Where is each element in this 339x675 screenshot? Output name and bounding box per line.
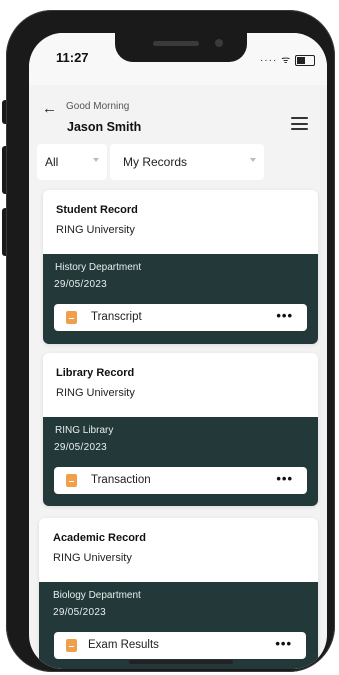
category-select[interactable]: All bbox=[37, 144, 107, 180]
phone-frame: 11:27 ···· ᯤ ← Good Morning Jason Smith … bbox=[6, 10, 335, 672]
document-row[interactable]: Transcript ••• bbox=[54, 304, 307, 331]
record-title: Academic Record bbox=[53, 532, 146, 544]
record-title: Student Record bbox=[56, 204, 138, 216]
document-label: Exam Results bbox=[88, 639, 159, 651]
speaker-grille bbox=[153, 41, 199, 46]
record-card[interactable]: Library Record RING University RING Libr… bbox=[43, 353, 318, 506]
greeting-text: Good Morning bbox=[66, 101, 130, 112]
document-row[interactable]: Transaction ••• bbox=[54, 467, 307, 494]
status-bar: 11:27 ···· ᯤ bbox=[29, 33, 327, 85]
front-camera bbox=[215, 39, 223, 47]
document-label: Transaction bbox=[91, 474, 151, 486]
document-row[interactable]: Exam Results ••• bbox=[54, 632, 306, 659]
battery-icon bbox=[295, 54, 315, 66]
signal-icon: ···· bbox=[259, 55, 278, 66]
record-date: 29/05/2023 bbox=[53, 607, 107, 618]
record-card[interactable]: Student Record RING University History D… bbox=[43, 190, 318, 344]
more-options-icon[interactable]: ••• bbox=[276, 471, 293, 486]
record-details-panel: Biology Department 29/05/2023 Exam Resul… bbox=[39, 582, 318, 669]
category-select-value: All bbox=[45, 155, 59, 169]
chevron-down-icon bbox=[250, 158, 256, 162]
back-arrow-icon[interactable]: ← bbox=[42, 100, 57, 117]
record-department: RING Library bbox=[55, 425, 114, 436]
document-icon bbox=[66, 474, 77, 487]
scope-select[interactable]: My Records bbox=[110, 144, 264, 180]
notch bbox=[115, 33, 247, 62]
record-date: 29/05/2023 bbox=[54, 279, 108, 290]
more-options-icon[interactable]: ••• bbox=[276, 308, 293, 323]
app-screen: 11:27 ···· ᯤ ← Good Morning Jason Smith … bbox=[29, 33, 327, 669]
document-label: Transcript bbox=[91, 311, 142, 323]
record-department: History Department bbox=[55, 262, 142, 273]
filter-bar: All My Records bbox=[29, 144, 327, 180]
document-icon bbox=[66, 311, 77, 324]
document-icon bbox=[66, 639, 77, 652]
status-icons: ···· ᯤ bbox=[260, 52, 315, 66]
user-name: Jason Smith bbox=[67, 120, 142, 134]
record-institution: RING University bbox=[53, 552, 132, 564]
record-title: Library Record bbox=[56, 367, 135, 379]
more-options-icon[interactable]: ••• bbox=[275, 636, 292, 651]
record-department: Biology Department bbox=[53, 590, 141, 601]
record-institution: RING University bbox=[56, 224, 135, 236]
record-details-panel: RING Library 29/05/2023 Transaction ••• bbox=[43, 417, 318, 506]
record-date: 29/05/2023 bbox=[54, 442, 108, 453]
scope-select-value: My Records bbox=[123, 155, 188, 169]
record-details-panel: History Department 29/05/2023 Transcript… bbox=[43, 254, 318, 344]
record-card[interactable]: Academic Record RING University Biology … bbox=[39, 518, 318, 669]
wifi-icon: ᯤ bbox=[281, 55, 292, 66]
home-indicator[interactable] bbox=[129, 660, 233, 664]
hamburger-menu-icon[interactable] bbox=[291, 117, 308, 134]
status-time: 11:27 bbox=[56, 50, 89, 65]
record-institution: RING University bbox=[56, 387, 135, 399]
chevron-down-icon bbox=[93, 158, 99, 162]
